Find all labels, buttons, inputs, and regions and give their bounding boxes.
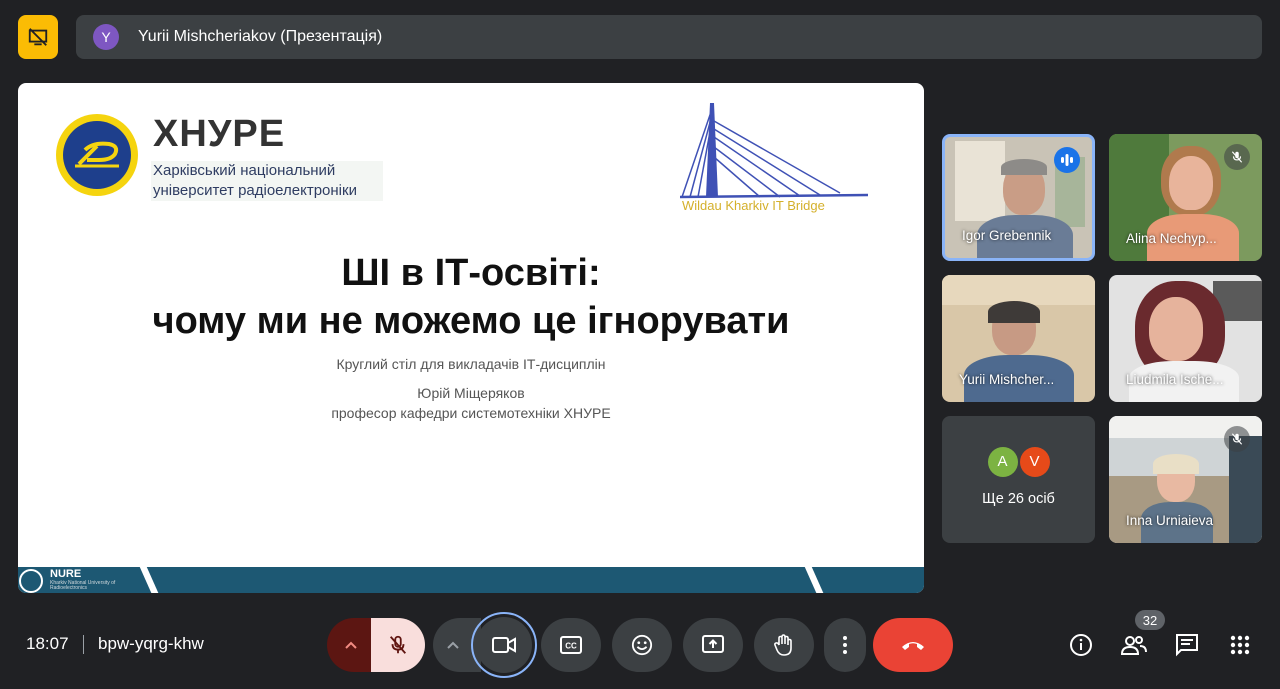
info-icon — [1070, 634, 1092, 656]
meeting-code: bpw-yqrg-khw — [98, 634, 204, 653]
mic-off-icon — [1224, 426, 1250, 452]
footer-small-text: Kharkiv National University of Radioelec… — [50, 580, 116, 591]
present-icon — [702, 635, 724, 653]
people-button[interactable] — [1119, 630, 1149, 660]
apps-grid-icon — [1230, 635, 1250, 655]
meeting-time: 18:07 — [26, 634, 69, 653]
slide-caption-position: професор кафедри системотехніки ХНУРЕ — [331, 405, 611, 421]
emoji-icon — [631, 634, 653, 656]
bridge-logo — [680, 103, 869, 199]
participant-tile[interactable]: Yurii Mishcher... — [942, 275, 1095, 402]
mic-toggle-button[interactable] — [371, 618, 425, 672]
leave-call-button[interactable] — [873, 618, 953, 672]
phone-hangup-icon — [902, 642, 924, 650]
participant-tile[interactable]: Alina Nechyp... — [1109, 134, 1262, 261]
presenter-avatar: Y — [93, 24, 119, 50]
people-count-badge: 32 — [1135, 610, 1165, 630]
people-icon — [1121, 636, 1147, 655]
avatar: V — [1019, 446, 1050, 477]
presentation-slide: ХНУРЕ Харківський національний університ… — [18, 83, 924, 593]
mic-off-icon — [389, 635, 407, 654]
participant-tile[interactable]: Igor Grebennik — [942, 134, 1095, 261]
more-participants-avatars: A V — [987, 446, 1051, 477]
slide-caption-event: Круглий стіл для викладачів ІТ-дисциплін — [336, 356, 606, 372]
participant-name: Liudmila Ische... — [1126, 372, 1224, 387]
chat-icon — [1176, 634, 1198, 657]
no-presentation-icon — [28, 28, 48, 46]
divider — [83, 635, 84, 654]
presenter-title: Yurii Mishcheriakov (Презентація) — [138, 28, 383, 45]
svg-text:CC: CC — [565, 642, 577, 651]
footer-logo-icon — [19, 569, 43, 593]
captions-button[interactable]: CC — [541, 618, 601, 672]
presentation-pin-button[interactable] — [18, 15, 58, 59]
participant-name: Igor Grebennik — [962, 228, 1052, 243]
footer-logo-text: NURE — [50, 568, 82, 580]
chat-button[interactable] — [1172, 630, 1202, 660]
camera-toggle-button[interactable] — [471, 612, 537, 678]
presenter-title-bar: Y Yurii Mishcheriakov (Презентація) — [76, 15, 1262, 59]
avatar: A — [987, 446, 1018, 477]
activities-button[interactable] — [1225, 630, 1255, 660]
participant-tile[interactable]: Liudmila Ische... — [1109, 275, 1262, 402]
more-vert-icon — [843, 636, 847, 654]
chevron-up-icon — [447, 641, 459, 649]
participant-name: Yurii Mishcher... — [959, 372, 1055, 387]
reactions-button[interactable] — [612, 618, 672, 672]
present-screen-button[interactable] — [683, 618, 743, 672]
chevron-up-icon — [345, 641, 357, 649]
participant-tile[interactable]: Inna Urniaieva — [1109, 416, 1262, 543]
hand-icon — [774, 634, 792, 656]
university-logo — [56, 114, 138, 196]
raise-hand-button[interactable] — [754, 618, 814, 672]
partner-logo-text: Wildau Kharkiv IT Bridge — [682, 198, 825, 213]
participant-name: Inna Urniaieva — [1126, 513, 1214, 528]
participant-name: Alina Nechyp... — [1126, 231, 1217, 246]
more-participants-label: Ще 26 осіб — [982, 490, 1055, 507]
meeting-info-button[interactable] — [1066, 630, 1096, 660]
audio-options-button[interactable] — [327, 618, 375, 672]
slide-title: ШІ в ІТ-освіті: чому ми не можемо це ігн… — [152, 252, 790, 342]
speaking-indicator-icon — [1054, 147, 1080, 173]
closed-captions-icon: CC — [560, 636, 582, 654]
university-short-name: ХНУРЕ — [153, 113, 286, 155]
more-options-button[interactable] — [824, 618, 866, 672]
slide-caption-author: Юрій Міщеряков — [417, 385, 525, 401]
camera-icon — [492, 637, 516, 653]
mic-off-icon — [1224, 144, 1250, 170]
university-full-name: Харківський національний університет рад… — [151, 161, 383, 201]
slide-footer: NURE Kharkiv National University of Radi… — [18, 563, 924, 593]
more-participants-tile[interactable]: A V Ще 26 осіб — [942, 416, 1095, 543]
